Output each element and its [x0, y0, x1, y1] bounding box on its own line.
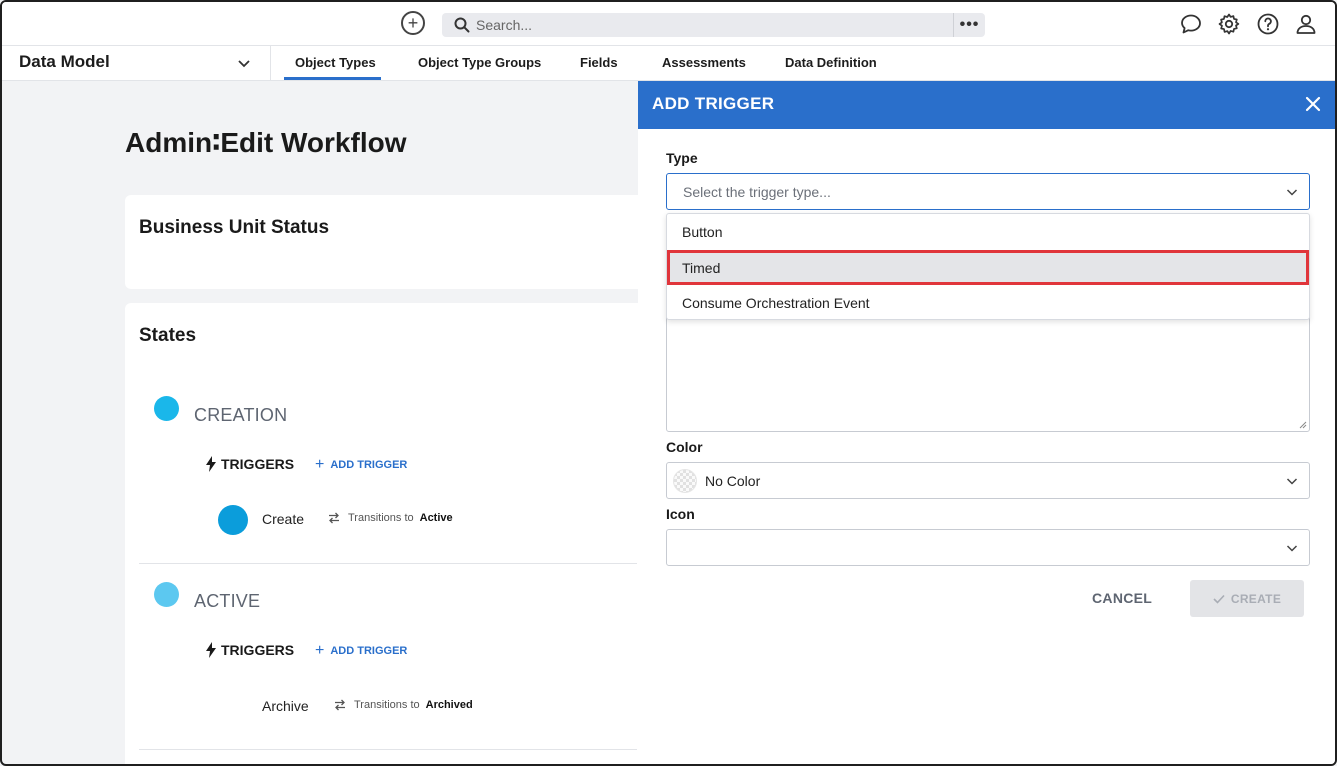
user-icon[interactable] — [1294, 12, 1318, 36]
tab-fields[interactable]: Fields — [580, 55, 618, 70]
type-dropdown-menu: Button Timed Consume Orchestration Event — [666, 213, 1310, 320]
states-card: States CREATION TRIGGERS + ADD TRIGGER C… — [125, 303, 645, 764]
nav-divider — [270, 46, 271, 80]
transition-target: Active — [419, 512, 453, 524]
option-button[interactable]: Button — [667, 214, 1309, 249]
trigger-transition: Transitions to Active — [328, 512, 453, 524]
icon-label: Icon — [666, 506, 695, 522]
resize-handle-icon[interactable] — [1299, 421, 1307, 429]
trigger-name-archive[interactable]: Archive — [262, 698, 309, 714]
tab-object-type-groups[interactable]: Object Type Groups — [418, 55, 541, 70]
transitions-label: Transitions to — [354, 699, 420, 711]
add-trigger-panel: ADD TRIGGER Type Select the trigger type… — [638, 81, 1335, 764]
search-icon — [454, 17, 470, 33]
chevron-down-icon — [1286, 545, 1298, 552]
top-bar: + ••• — [2, 2, 1335, 46]
description-textarea[interactable] — [666, 313, 1310, 432]
type-select[interactable]: Select the trigger type... — [666, 173, 1310, 210]
option-label: Button — [682, 224, 723, 240]
add-trigger-link[interactable]: + ADD TRIGGER — [315, 456, 407, 474]
create-button[interactable]: CREATE — [1190, 580, 1304, 617]
triggers-label: TRIGGERS — [205, 456, 294, 472]
cancel-button[interactable]: CANCEL — [1092, 590, 1152, 606]
lightning-icon — [206, 456, 216, 472]
more-icon[interactable]: ••• — [953, 13, 985, 37]
state-name-creation: CREATION — [194, 405, 288, 425]
state-color-dot — [154, 582, 179, 607]
panel-header: ADD TRIGGER — [638, 81, 1335, 129]
states-title: States — [139, 325, 197, 346]
trigger-color-dot — [218, 505, 248, 535]
add-trigger-link[interactable]: + ADD TRIGGER — [315, 642, 407, 660]
trigger-name-create[interactable]: Create — [262, 511, 304, 527]
option-label: Timed — [682, 260, 721, 276]
create-button-label: CREATE — [1230, 591, 1282, 606]
panel-title: ADD TRIGGER — [652, 94, 775, 113]
triggers-label: TRIGGERS — [205, 642, 294, 658]
nav-bar: Data Model Object Types Object Type Grou… — [2, 46, 1335, 81]
option-label: Consume Orchestration Event — [682, 295, 870, 311]
help-icon[interactable] — [1256, 12, 1280, 36]
search-bar[interactable]: ••• — [442, 13, 985, 37]
page-title: Admin∶Edit Workflow — [125, 127, 407, 158]
chevron-down-icon — [1286, 189, 1298, 196]
app-window: + ••• Data Model — [0, 0, 1337, 766]
state-color-dot — [154, 396, 179, 421]
add-trigger-label: ADD TRIGGER — [330, 645, 408, 657]
color-label: Color — [666, 439, 703, 455]
option-consume-orchestration-event[interactable]: Consume Orchestration Event — [667, 285, 1309, 320]
add-trigger-label: ADD TRIGGER — [330, 459, 408, 471]
triggers-label-text: TRIGGERS — [221, 642, 295, 658]
plus-circle-icon[interactable]: + — [401, 11, 425, 35]
tab-data-definition[interactable]: Data Definition — [785, 55, 877, 70]
icon-select[interactable] — [666, 529, 1310, 566]
search-input[interactable] — [476, 15, 946, 35]
plus-icon: + — [315, 456, 325, 473]
triggers-label-text: TRIGGERS — [221, 456, 295, 472]
state-separator — [139, 563, 637, 564]
close-icon[interactable] — [1304, 95, 1322, 113]
color-select[interactable]: No Color — [666, 462, 1310, 499]
module-title: Data Model — [19, 52, 110, 71]
transition-icon — [335, 699, 345, 711]
transition-icon — [329, 512, 339, 524]
type-label: Type — [666, 150, 698, 166]
gear-icon[interactable] — [1217, 12, 1241, 36]
state-name-active: ACTIVE — [194, 591, 261, 611]
option-timed[interactable]: Timed — [667, 250, 1309, 285]
workflow-name-card: Business Unit Status — [125, 195, 645, 289]
type-select-placeholder: Select the trigger type... — [683, 184, 831, 200]
color-select-value: No Color — [705, 473, 761, 489]
color-swatch — [673, 469, 697, 493]
chevron-down-icon[interactable] — [236, 55, 252, 71]
plus-icon: + — [315, 642, 325, 659]
transition-target: Archived — [425, 699, 473, 711]
tab-assessments[interactable]: Assessments — [662, 55, 746, 70]
check-icon — [1213, 594, 1225, 604]
chat-icon[interactable] — [1179, 12, 1203, 36]
active-tab-indicator — [284, 77, 381, 80]
transitions-label: Transitions to — [348, 512, 414, 524]
state-separator — [139, 749, 637, 750]
trigger-transition: Transitions to Archived — [334, 699, 473, 711]
workflow-name: Business Unit Status — [139, 217, 330, 238]
tab-object-types[interactable]: Object Types — [295, 55, 376, 70]
lightning-icon — [206, 642, 216, 658]
chevron-down-icon — [1286, 478, 1298, 485]
